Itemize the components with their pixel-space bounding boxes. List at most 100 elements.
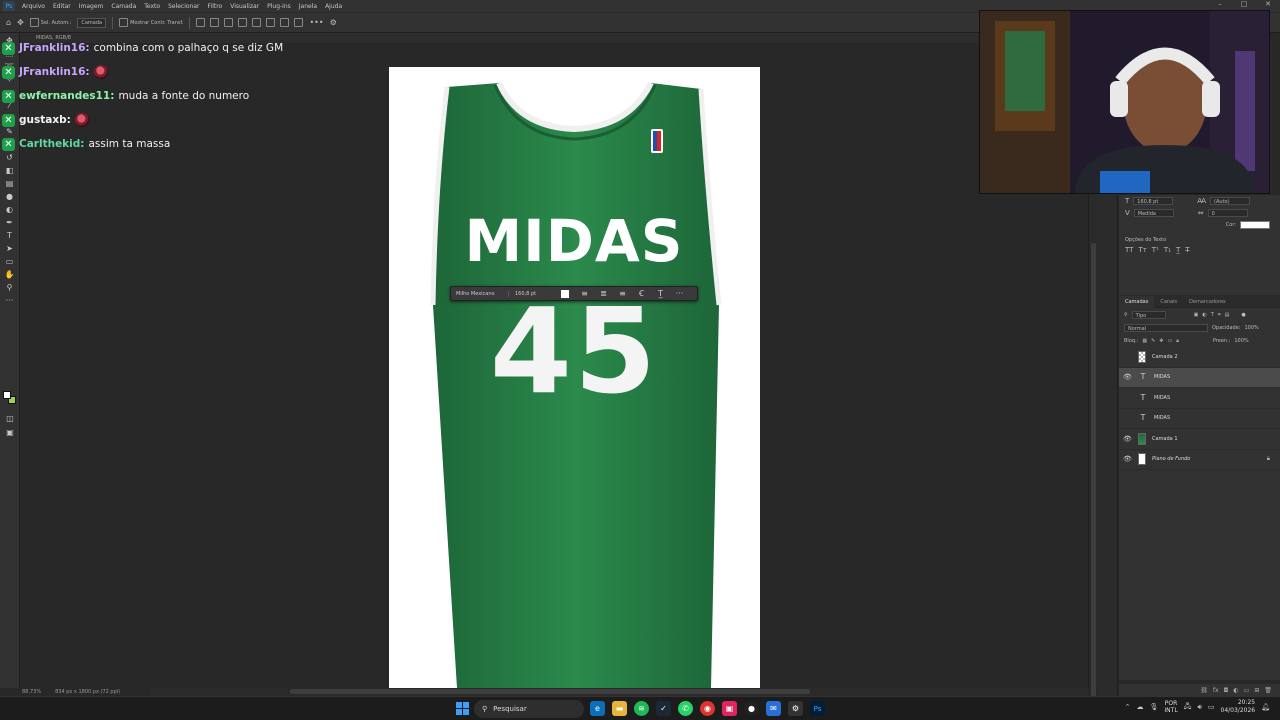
lock-position-icon[interactable]: ✥ (1159, 338, 1163, 344)
adjustment-layer-icon[interactable]: ◐ (1233, 687, 1238, 694)
gradient-tool-icon[interactable]: ▤ (4, 179, 16, 189)
layer-name[interactable]: MIDAS (1154, 415, 1170, 421)
dodge-tool-icon[interactable]: ◐ (4, 205, 16, 215)
language-indicator[interactable]: POR INTL (1164, 700, 1177, 714)
align-middle-icon[interactable] (266, 18, 276, 27)
menu-filtro[interactable]: Filtro (204, 3, 227, 10)
pen-tool-icon[interactable]: ✒ (4, 218, 16, 228)
volume-icon[interactable]: 🔊︎ (1197, 703, 1201, 712)
spotify-icon[interactable]: ≋ (634, 701, 649, 716)
jersey-number-text[interactable]: 45 (429, 292, 719, 410)
blend-mode-dropdown[interactable]: Normal (1124, 323, 1208, 332)
auto-select-checkbox[interactable]: Sel. Autom.: (29, 18, 71, 27)
all-caps-icon[interactable]: Tт (1138, 246, 1146, 254)
menu-editar[interactable]: Editar (49, 3, 75, 10)
filter-type-icon[interactable]: T (1211, 312, 1214, 318)
align-left-icon[interactable] (196, 18, 206, 27)
align-right-icon[interactable] (224, 18, 234, 27)
lock-all-icon[interactable]: 🔒︎ (1176, 338, 1179, 344)
tab-demarcadores[interactable]: Demarcadores (1183, 299, 1231, 305)
layer-row[interactable]: T MIDAS (1119, 388, 1280, 409)
scrollbar-thumb[interactable] (1091, 243, 1096, 713)
new-group-icon[interactable]: ▭ (1244, 687, 1250, 694)
path-selection-icon[interactable]: ➤ (4, 244, 16, 254)
filter-shape-icon[interactable]: ⌗ (1218, 312, 1221, 318)
filter-adjust-icon[interactable]: ◐ (1202, 312, 1206, 318)
lock-artboard-icon[interactable]: ▭ (1167, 338, 1172, 344)
chevron-up-icon[interactable]: ⌃ (1125, 703, 1131, 711)
menu-visualizar[interactable]: Visualizar (226, 3, 263, 10)
settings-gear-icon[interactable]: ⚙ (788, 701, 803, 716)
clock[interactable]: 20:25 04/03/2026 (1221, 699, 1256, 715)
zoom-tool-icon[interactable]: ⚲ (4, 283, 16, 293)
filter-smart-icon[interactable]: ▤ (1225, 312, 1230, 318)
checkbox-icon[interactable] (29, 18, 39, 27)
screen-mode-icon[interactable]: ▣ (4, 428, 16, 438)
lock-pixels-icon[interactable]: ✎ (1151, 338, 1155, 344)
align-right-icon[interactable]: ≡ (613, 289, 632, 298)
move-tool-icon[interactable]: ✥ (17, 18, 24, 27)
new-layer-icon[interactable]: ⊞ (1254, 687, 1259, 694)
more-tools-icon[interactable]: ··· (4, 296, 16, 306)
layer-name[interactable]: Plano de Fundo (1152, 456, 1190, 462)
text-color-swatch[interactable] (1240, 221, 1270, 229)
checkbox-icon[interactable] (119, 18, 129, 27)
hand-tool-icon[interactable]: ✋ (4, 270, 16, 280)
windows-start-icon[interactable] (456, 702, 469, 715)
chrome-icon[interactable]: ◉ (700, 701, 715, 716)
battery-icon[interactable]: ▭ (1208, 703, 1215, 711)
layer-row[interactable]: 👁︎ T MIDAS (1119, 367, 1280, 388)
microphone-icon[interactable]: 🎙︎ (1150, 703, 1159, 711)
jersey-name-text[interactable]: MIDAS (429, 207, 719, 275)
align-center-icon[interactable] (210, 18, 220, 27)
menu-texto[interactable]: Texto (140, 3, 164, 10)
menu-plugins[interactable]: Plug-ins (263, 3, 295, 10)
shape-tool-icon[interactable]: ▭ (4, 257, 16, 267)
tracking-field[interactable]: 0 (1207, 209, 1248, 217)
tab-camadas[interactable]: Camadas (1119, 295, 1155, 308)
layer-name[interactable]: Camada 1 (1152, 436, 1178, 442)
faux-bold-icon[interactable]: TT (1125, 246, 1133, 254)
layer-name[interactable]: Camada 2 (1152, 354, 1178, 360)
obs-icon[interactable]: ● (744, 701, 759, 716)
notifications-icon[interactable]: 🔔︎ (1261, 703, 1270, 711)
underline-icon[interactable]: T̲ (1176, 246, 1180, 254)
kerning-field[interactable]: Medida (1133, 209, 1174, 217)
type-tool-icon[interactable]: T (4, 231, 16, 241)
more-options-icon[interactable]: ··· (670, 289, 689, 298)
steam-icon[interactable]: ✓ (656, 701, 671, 716)
foreground-color-swatch[interactable] (3, 391, 11, 399)
whatsapp-icon[interactable]: ✆ (678, 701, 693, 716)
fx-icon[interactable]: fx (1213, 687, 1219, 694)
align-center-icon[interactable]: ≣ (594, 289, 613, 298)
filter-pixel-icon[interactable]: ▣ (1194, 312, 1199, 318)
document-canvas[interactable]: MIDAS 45 (389, 67, 760, 688)
document-info[interactable]: 834 px x 1800 px (72 ppi) (55, 689, 120, 695)
auto-select-target-dropdown[interactable]: Camada (77, 17, 107, 28)
filter-toggle-icon[interactable]: ● (1241, 312, 1245, 318)
more-options-icon[interactable]: ••• (309, 18, 323, 27)
close-icon[interactable]: ✕ (1256, 0, 1280, 8)
layer-row[interactable]: Camada 2 (1119, 347, 1280, 368)
quick-mask-icon[interactable]: ◫ (4, 414, 16, 424)
eye-icon[interactable]: 👁︎ (1123, 455, 1132, 463)
eraser-tool-icon[interactable]: ◧ (4, 166, 16, 176)
delete-layer-icon[interactable]: 🗑︎ (1264, 687, 1272, 694)
cloud-icon[interactable]: ☁ (1137, 703, 1144, 711)
taskbar-search[interactable]: ⚲ Pesquisar (474, 700, 584, 718)
add-mask-icon[interactable]: ◘ (1224, 687, 1229, 694)
menu-selecionar[interactable]: Selecionar (164, 3, 203, 10)
font-size-field[interactable]: 160,8 pt (509, 291, 561, 297)
layer-name[interactable]: MIDAS (1154, 395, 1170, 401)
zoom-level[interactable]: 88,73% (22, 689, 41, 695)
network-icon[interactable]: 🖧︎ (1184, 702, 1192, 713)
font-family-dropdown[interactable]: Milho Mexicano (451, 290, 509, 297)
superscript-icon[interactable]: T¹ (1152, 246, 1159, 254)
text-options-icon[interactable]: T̲ (651, 289, 670, 298)
horizontal-scrollbar[interactable] (150, 688, 1088, 696)
eye-icon[interactable]: 👁︎ (1123, 373, 1132, 381)
photoshop-taskbar-icon[interactable]: Ps (810, 701, 825, 716)
opacity-field[interactable]: 100% (1244, 325, 1258, 331)
maximize-icon[interactable]: □ (1232, 0, 1256, 8)
layer-name[interactable]: MIDAS (1154, 374, 1170, 380)
